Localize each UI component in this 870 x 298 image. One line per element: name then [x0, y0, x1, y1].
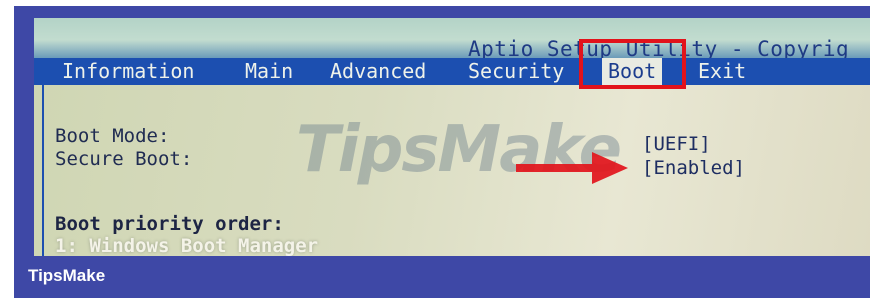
boot-mode-value[interactable]: [UEFI] — [642, 133, 711, 155]
title-strip: Aptio Setup Utility - Copyrig — [34, 18, 870, 61]
tab-main[interactable]: Main — [245, 58, 293, 85]
tab-advanced[interactable]: Advanced — [330, 58, 426, 85]
bios-screen: Aptio Setup Utility - Copyrig Informatio… — [34, 18, 870, 256]
secure-boot-label: Secure Boot: — [55, 148, 193, 170]
tab-security[interactable]: Security — [468, 58, 564, 85]
red-arrow-icon — [516, 152, 628, 184]
tab-information[interactable]: Information — [62, 58, 194, 85]
caption-bar: TipsMake — [14, 256, 870, 298]
menu-bar: Information Main Advanced Security Boot … — [34, 58, 870, 85]
boot-priority-item[interactable]: 1: Windows Boot Manager — [55, 235, 318, 256]
tab-exit[interactable]: Exit — [698, 58, 746, 85]
boot-priority-heading: Boot priority order: — [55, 213, 284, 235]
secure-boot-value[interactable]: [Enabled] — [642, 157, 745, 179]
caption-text: TipsMake — [28, 266, 106, 285]
boot-tab-highlight-box — [579, 39, 686, 89]
image-frame: Aptio Setup Utility - Copyrig Informatio… — [14, 6, 870, 298]
boot-mode-label: Boot Mode: — [55, 125, 170, 147]
